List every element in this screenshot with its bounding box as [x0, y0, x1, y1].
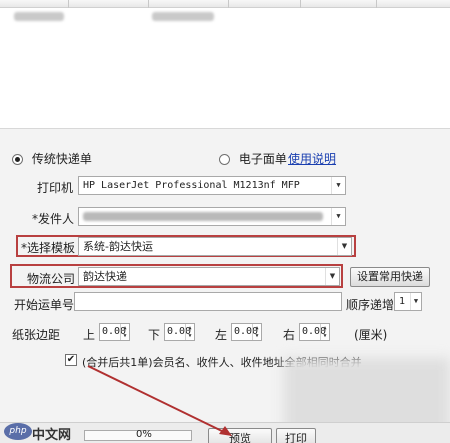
printer-select[interactable]: HP LaserJet Professional M1213nf MFP ▼ [78, 176, 346, 195]
order-list-row[interactable] [0, 8, 450, 25]
print-button[interactable]: 打印 [276, 428, 316, 443]
logistics-label: 物流公司 [27, 272, 76, 286]
margin-top-input[interactable]: 0.00 ▲ ▼ [99, 323, 130, 341]
margin-right-label: 右 [283, 328, 296, 342]
spinner-icon[interactable]: ▲ ▼ [185, 324, 194, 340]
merge-checkbox[interactable]: ✔ [65, 354, 77, 366]
order-list-header [0, 0, 450, 8]
chevron-down-icon: ▼ [331, 177, 345, 194]
site-logo-text: 中文网 [32, 428, 72, 443]
sender-label: *发件人 [32, 212, 75, 226]
blurred-cell [14, 12, 64, 21]
margin-left-input[interactable]: 0.00 ▲ ▼ [231, 323, 262, 341]
printer-label: 打印机 [37, 181, 74, 195]
template-value: 系统-韵达快运 [83, 240, 153, 253]
margin-unit-label: (厘米) [354, 328, 388, 342]
start-waybill-label: 开始运单号 [14, 298, 75, 312]
sequence-label: 顺序递增 [346, 298, 395, 312]
chevron-down-icon: ▼ [337, 238, 351, 255]
progress-percent: 0% [136, 429, 152, 440]
blurred-sender [83, 212, 323, 221]
spinner-icon[interactable]: ▲ ▼ [252, 324, 261, 340]
chevron-down-icon: ▼ [410, 293, 421, 310]
start-waybill-input[interactable] [74, 292, 342, 311]
php-logo-icon: php [4, 423, 32, 440]
template-select[interactable]: 系统-韵达快运 ▼ [78, 237, 352, 256]
radio-traditional-label: 传统快递单 [31, 152, 92, 166]
chevron-down-icon: ▼ [325, 268, 339, 285]
list-footer-divider [0, 128, 450, 142]
order-list [0, 0, 450, 128]
margin-label: 纸张边距 [12, 328, 61, 342]
checkmark-icon: ✔ [66, 354, 76, 365]
spinner-icon[interactable]: ▲ ▼ [120, 324, 129, 340]
sequence-value: 1 [399, 296, 406, 307]
margin-right-input[interactable]: 0.00 ▲ ▼ [299, 323, 330, 341]
printer-value: HP LaserJet Professional M1213nf MFP [83, 180, 300, 191]
radio-electronic[interactable]: 电子面单 [219, 150, 287, 167]
radio-selected-icon [12, 154, 23, 165]
radio-electronic-label: 电子面单 [238, 152, 287, 166]
chevron-down-icon: ▼ [331, 208, 345, 225]
margin-bottom-label: 下 [148, 328, 161, 342]
radio-traditional[interactable]: 传统快递单 [12, 150, 92, 167]
sequence-select[interactable]: 1 ▼ [394, 292, 422, 311]
set-common-courier-button[interactable]: 设置常用快递 [350, 267, 430, 287]
margin-bottom-input[interactable]: 0.00 ▲ ▼ [164, 323, 195, 341]
preview-button[interactable]: 预览 [208, 428, 272, 443]
margin-left-label: 左 [215, 328, 228, 342]
blurred-cell [152, 12, 214, 21]
logistics-select[interactable]: 韵达快递 ▼ [78, 267, 340, 286]
spinner-icon[interactable]: ▲ ▼ [320, 324, 329, 340]
help-link[interactable]: 使用说明 [288, 150, 336, 167]
margin-top-label: 上 [83, 328, 96, 342]
radio-unselected-icon [219, 154, 230, 165]
template-label: *选择模板 [21, 241, 76, 255]
logistics-value: 韵达快递 [83, 270, 127, 283]
sender-select[interactable]: ▼ [78, 207, 346, 226]
